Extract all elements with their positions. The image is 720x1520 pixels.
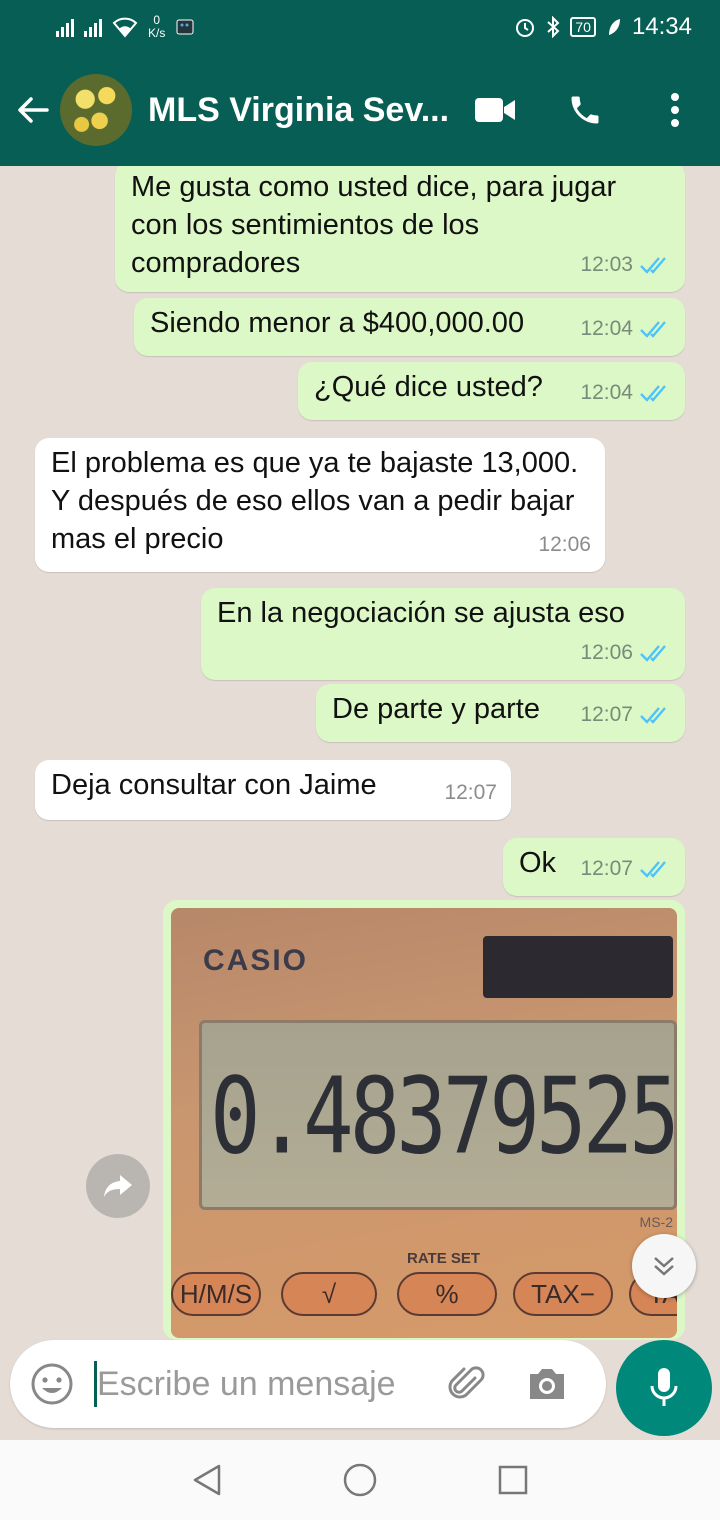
message-text: En la negociación se ajusta eso xyxy=(217,597,625,629)
system-nav-bar xyxy=(0,1440,720,1520)
message-time: 12:04 xyxy=(580,381,633,404)
photo-solar-panel xyxy=(483,936,673,998)
photo-key: √ xyxy=(281,1272,377,1316)
message-meta: 12:04 xyxy=(580,310,671,348)
phone-icon xyxy=(571,96,599,124)
double-check-icon xyxy=(640,645,666,662)
status-right: 70 14:34 xyxy=(514,13,692,41)
double-check-icon xyxy=(640,257,666,274)
photo-key: H/M/S xyxy=(171,1272,261,1316)
nav-recents-button[interactable] xyxy=(473,1440,553,1520)
double-check-icon xyxy=(640,385,666,402)
contact-avatar[interactable] xyxy=(60,74,132,146)
nav-back-button[interactable] xyxy=(167,1440,247,1520)
battery-indicator: 70 xyxy=(570,17,596,37)
calculator-photo[interactable]: CASIO 0.483795259 04 MS-2 RATE SET H/M/S… xyxy=(171,908,677,1338)
video-call-icon xyxy=(475,98,515,122)
voice-message-button[interactable] xyxy=(616,1340,712,1436)
message-time: 12:06 xyxy=(538,533,591,556)
message-bubble[interactable]: De parte y parte 12:07 xyxy=(316,684,685,742)
message-time: 12:06 xyxy=(580,641,633,664)
message-text: El problema es que ya te bajaste 13,000.… xyxy=(51,447,579,555)
composer-bar xyxy=(0,1340,720,1440)
double-check-icon xyxy=(640,707,666,724)
photo-key: % xyxy=(397,1272,497,1316)
scroll-to-bottom-button[interactable] xyxy=(632,1234,696,1298)
forward-button[interactable] xyxy=(86,1154,150,1218)
video-call-button[interactable] xyxy=(450,54,540,166)
forward-icon xyxy=(104,1175,132,1197)
double-check-icon xyxy=(640,321,666,338)
message-text: Me gusta como usted dice, para jugar con… xyxy=(131,171,617,279)
status-left: 0 K/s xyxy=(56,14,195,40)
photo-lcd-digits: 0.483795259 04 xyxy=(210,1054,677,1178)
signal-icon xyxy=(56,17,74,37)
more-vert-icon xyxy=(671,93,679,127)
message-bubble[interactable]: Siendo menor a $400,000.00 12:04 xyxy=(134,298,685,356)
screen-cast-icon xyxy=(176,19,194,35)
message-bubble[interactable]: Ok 12:07 xyxy=(503,838,685,896)
message-time: 12:07 xyxy=(444,781,497,804)
status-bar: 0 K/s 70 14:34 xyxy=(0,0,720,54)
message-meta: 12:03 xyxy=(580,246,671,284)
signal-icon-2 xyxy=(84,17,102,37)
message-meta: 12:06 xyxy=(580,634,671,672)
contact-name[interactable]: MLS Virginia Sev... xyxy=(148,91,448,130)
emoji-icon xyxy=(31,1363,73,1405)
message-meta: 12:07 xyxy=(580,850,671,888)
paperclip-icon xyxy=(448,1366,485,1399)
message-meta: 12:04 xyxy=(580,374,671,412)
photo-model-text: MS-2 xyxy=(639,1214,673,1230)
photo-brand-text: CASIO xyxy=(203,944,309,977)
double-check-icon xyxy=(640,861,666,878)
message-bubble[interactable]: El problema es que ya te bajaste 13,000.… xyxy=(35,438,605,572)
emoji-button[interactable] xyxy=(10,1340,94,1428)
bluetooth-icon xyxy=(547,16,560,38)
message-text: Deja consultar con Jaime xyxy=(51,769,377,801)
message-bubble[interactable]: Me gusta como usted dice, para jugar con… xyxy=(115,166,685,292)
clock-time: 14:34 xyxy=(631,13,692,40)
header-actions xyxy=(450,54,720,166)
photo-rate-set-text: RATE SET xyxy=(407,1250,481,1267)
message-bubble[interactable]: ¿Qué dice usted? 12:04 xyxy=(298,362,685,420)
chat-header: MLS Virginia Sev... xyxy=(0,54,720,166)
message-bubble[interactable]: Deja consultar con Jaime 12:07 xyxy=(35,760,511,820)
message-time: 12:07 xyxy=(580,703,633,726)
nav-home-button[interactable] xyxy=(320,1440,400,1520)
alarm-icon xyxy=(516,19,535,37)
message-time: 12:04 xyxy=(580,317,633,340)
image-message[interactable]: CASIO 0.483795259 04 MS-2 RATE SET H/M/S… xyxy=(163,900,685,1340)
net-speed: 0 K/s xyxy=(148,13,166,40)
camera-icon xyxy=(530,1369,564,1399)
photo-key: TAX− xyxy=(513,1272,613,1316)
back-arrow-icon xyxy=(18,97,49,123)
nav-recents-icon xyxy=(499,1465,528,1495)
message-time: 12:07 xyxy=(580,857,633,880)
nav-home-icon xyxy=(343,1463,377,1497)
voice-call-button[interactable] xyxy=(540,54,630,166)
back-button[interactable] xyxy=(4,54,62,166)
camera-button[interactable] xyxy=(507,1340,587,1428)
chat-area[interactable]: Me gusta como usted dice, para jugar con… xyxy=(0,166,720,1340)
message-meta: 12:06 xyxy=(538,526,591,564)
charging-leaf-icon xyxy=(608,19,620,35)
more-options-button[interactable] xyxy=(630,54,720,166)
chevron-double-down-icon xyxy=(654,1257,674,1276)
message-input[interactable] xyxy=(97,1364,427,1404)
nav-back-icon xyxy=(193,1464,220,1496)
message-bubble[interactable]: En la negociación se ajusta eso 12:06 xyxy=(201,588,685,680)
photo-lcd: 0.483795259 04 xyxy=(199,1020,677,1210)
message-time: 12:03 xyxy=(580,253,633,276)
wifi-icon xyxy=(112,17,138,38)
microphone-icon xyxy=(650,1368,678,1406)
composer-box xyxy=(10,1340,606,1428)
message-meta: 12:07 xyxy=(580,696,671,734)
message-meta: 12:07 xyxy=(444,774,497,812)
attach-button[interactable] xyxy=(427,1340,507,1428)
